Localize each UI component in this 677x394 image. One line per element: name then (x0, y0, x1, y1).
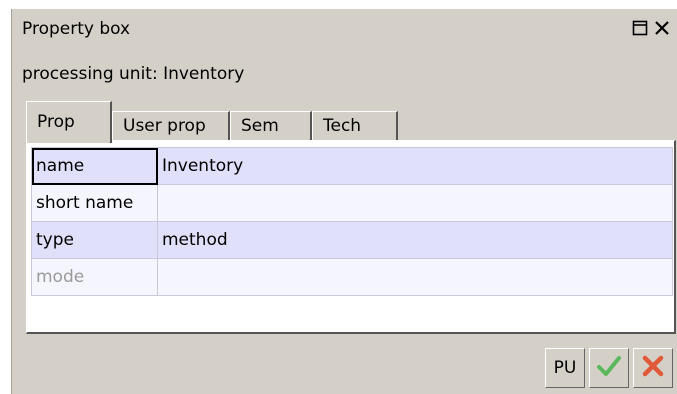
tab-sem[interactable]: Sem (230, 111, 312, 141)
property-value[interactable]: Inventory (157, 147, 673, 185)
restore-window-icon[interactable] (631, 19, 649, 37)
property-key[interactable]: name (31, 147, 158, 185)
tab-user-prop[interactable]: User prop (112, 111, 230, 141)
processing-unit-label: processing unit: Inventory (22, 64, 245, 84)
tab-tech[interactable]: Tech (312, 111, 398, 141)
ok-button[interactable] (589, 348, 629, 388)
table-row[interactable]: short name (31, 184, 673, 222)
window-title: Property box (22, 19, 131, 39)
properties-table: name Inventory short name type method mo… (31, 147, 673, 296)
red-x-icon (641, 354, 665, 383)
table-row[interactable]: name Inventory (31, 147, 673, 185)
property-value[interactable]: method (157, 221, 673, 259)
footer-buttons: PU (545, 348, 673, 388)
tab-strip: Prop User prop Sem Tech (26, 101, 426, 143)
green-checkmark-icon (596, 355, 622, 382)
close-icon[interactable] (653, 19, 671, 37)
title-bar-buttons (631, 19, 671, 37)
table-row[interactable]: mode (31, 258, 673, 296)
property-value[interactable] (157, 258, 673, 296)
property-key[interactable]: short name (31, 184, 158, 222)
property-value[interactable] (157, 184, 673, 222)
pu-button[interactable]: PU (545, 348, 585, 388)
properties-panel: name Inventory short name type method mo… (26, 140, 676, 334)
property-key[interactable]: mode (31, 258, 158, 296)
cancel-button[interactable] (633, 348, 673, 388)
property-box-window: Property box processing unit: Inventory … (11, 9, 677, 394)
table-row[interactable]: type method (31, 221, 673, 259)
property-key[interactable]: type (31, 221, 158, 259)
tab-prop[interactable]: Prop (26, 101, 112, 143)
title-bar: Property box (12, 9, 677, 43)
